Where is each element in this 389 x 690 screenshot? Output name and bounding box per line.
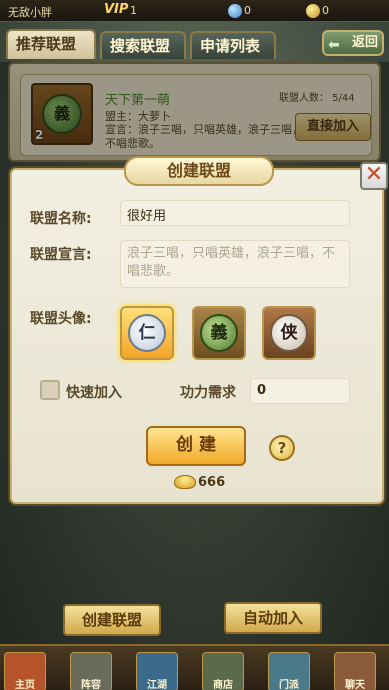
back-button[interactable]: ⬅ 返回	[322, 30, 384, 56]
emblem-label: 联盟头像:	[30, 311, 92, 327]
create-button[interactable]: 创 建	[146, 426, 246, 466]
tab-applications[interactable]: 申请列表	[190, 31, 276, 59]
emblem-ren-icon: 仁	[128, 314, 166, 352]
alliance-name-input[interactable]: 很好用	[120, 200, 350, 226]
nav-world[interactable]: 江湖	[136, 652, 178, 690]
nav-label: 阵容	[81, 680, 101, 690]
emblem-option-ren[interactable]: 仁	[120, 306, 174, 360]
close-icon[interactable]: ✕	[360, 162, 388, 190]
nav-label: 江湖	[147, 680, 167, 690]
vip-badge: VIP	[104, 2, 129, 17]
gold-icon	[306, 4, 320, 18]
nav-shop[interactable]: 商店	[202, 652, 244, 690]
gem-icon	[228, 4, 242, 18]
quick-join-checkbox[interactable]	[40, 380, 60, 400]
gem-count: 0	[244, 4, 251, 17]
nav-label: 聊天	[345, 680, 365, 690]
vip-level: 1	[130, 4, 137, 17]
player-name: 无敌小胖	[8, 6, 52, 19]
quick-join-label: 快速加入	[66, 385, 122, 401]
nav-label: 门派	[279, 680, 299, 690]
create-alliance-button[interactable]: 创建联盟	[63, 604, 161, 636]
auto-join-button[interactable]: 自动加入	[224, 602, 322, 634]
back-label: 返回	[351, 35, 378, 50]
gold-count: 0	[322, 4, 329, 17]
nav-label: 主页	[15, 680, 35, 690]
nav-label: 商店	[213, 680, 233, 690]
create-alliance-dialog: 创建联盟 ✕ 联盟名称: 很好用 联盟宣言: 浪子三唱，只唱英雄，浪子三唱，不唱…	[10, 156, 388, 504]
create-cost: 666	[198, 475, 226, 490]
gold-ingot-icon	[174, 475, 196, 489]
alliance-declaration-input[interactable]: 浪子三唱，只唱英雄，浪子三唱，不唱悲歌。	[120, 240, 350, 288]
tab-bar: 推荐联盟 搜索联盟 申请列表 ⬅ 返回	[0, 28, 389, 60]
status-bar: 无敌小胖 VIP 1 0 0	[0, 0, 389, 22]
power-label: 功力需求	[180, 385, 236, 401]
bottom-nav: 主页 阵容 江湖 商店 门派 聊天	[0, 644, 389, 690]
emblem-option-yi[interactable]: 義	[192, 306, 246, 360]
tab-search[interactable]: 搜索联盟	[100, 31, 186, 59]
declaration-label: 联盟宣言:	[30, 247, 92, 263]
name-label: 联盟名称:	[30, 211, 92, 227]
emblem-xia-icon: 侠	[270, 314, 308, 352]
help-icon[interactable]: ?	[269, 435, 295, 461]
nav-sect[interactable]: 门派	[268, 652, 310, 690]
nav-chat[interactable]: 聊天	[334, 652, 376, 690]
nav-home[interactable]: 主页	[4, 652, 46, 690]
power-requirement-input[interactable]: 0	[250, 378, 350, 404]
back-arrow-icon: ⬅	[328, 37, 340, 53]
emblem-option-xia[interactable]: 侠	[262, 306, 316, 360]
dialog-title: 创建联盟	[124, 156, 274, 186]
emblem-yi-icon: 義	[200, 314, 238, 352]
nav-lineup[interactable]: 阵容	[70, 652, 112, 690]
tab-recommended[interactable]: 推荐联盟	[6, 29, 96, 59]
